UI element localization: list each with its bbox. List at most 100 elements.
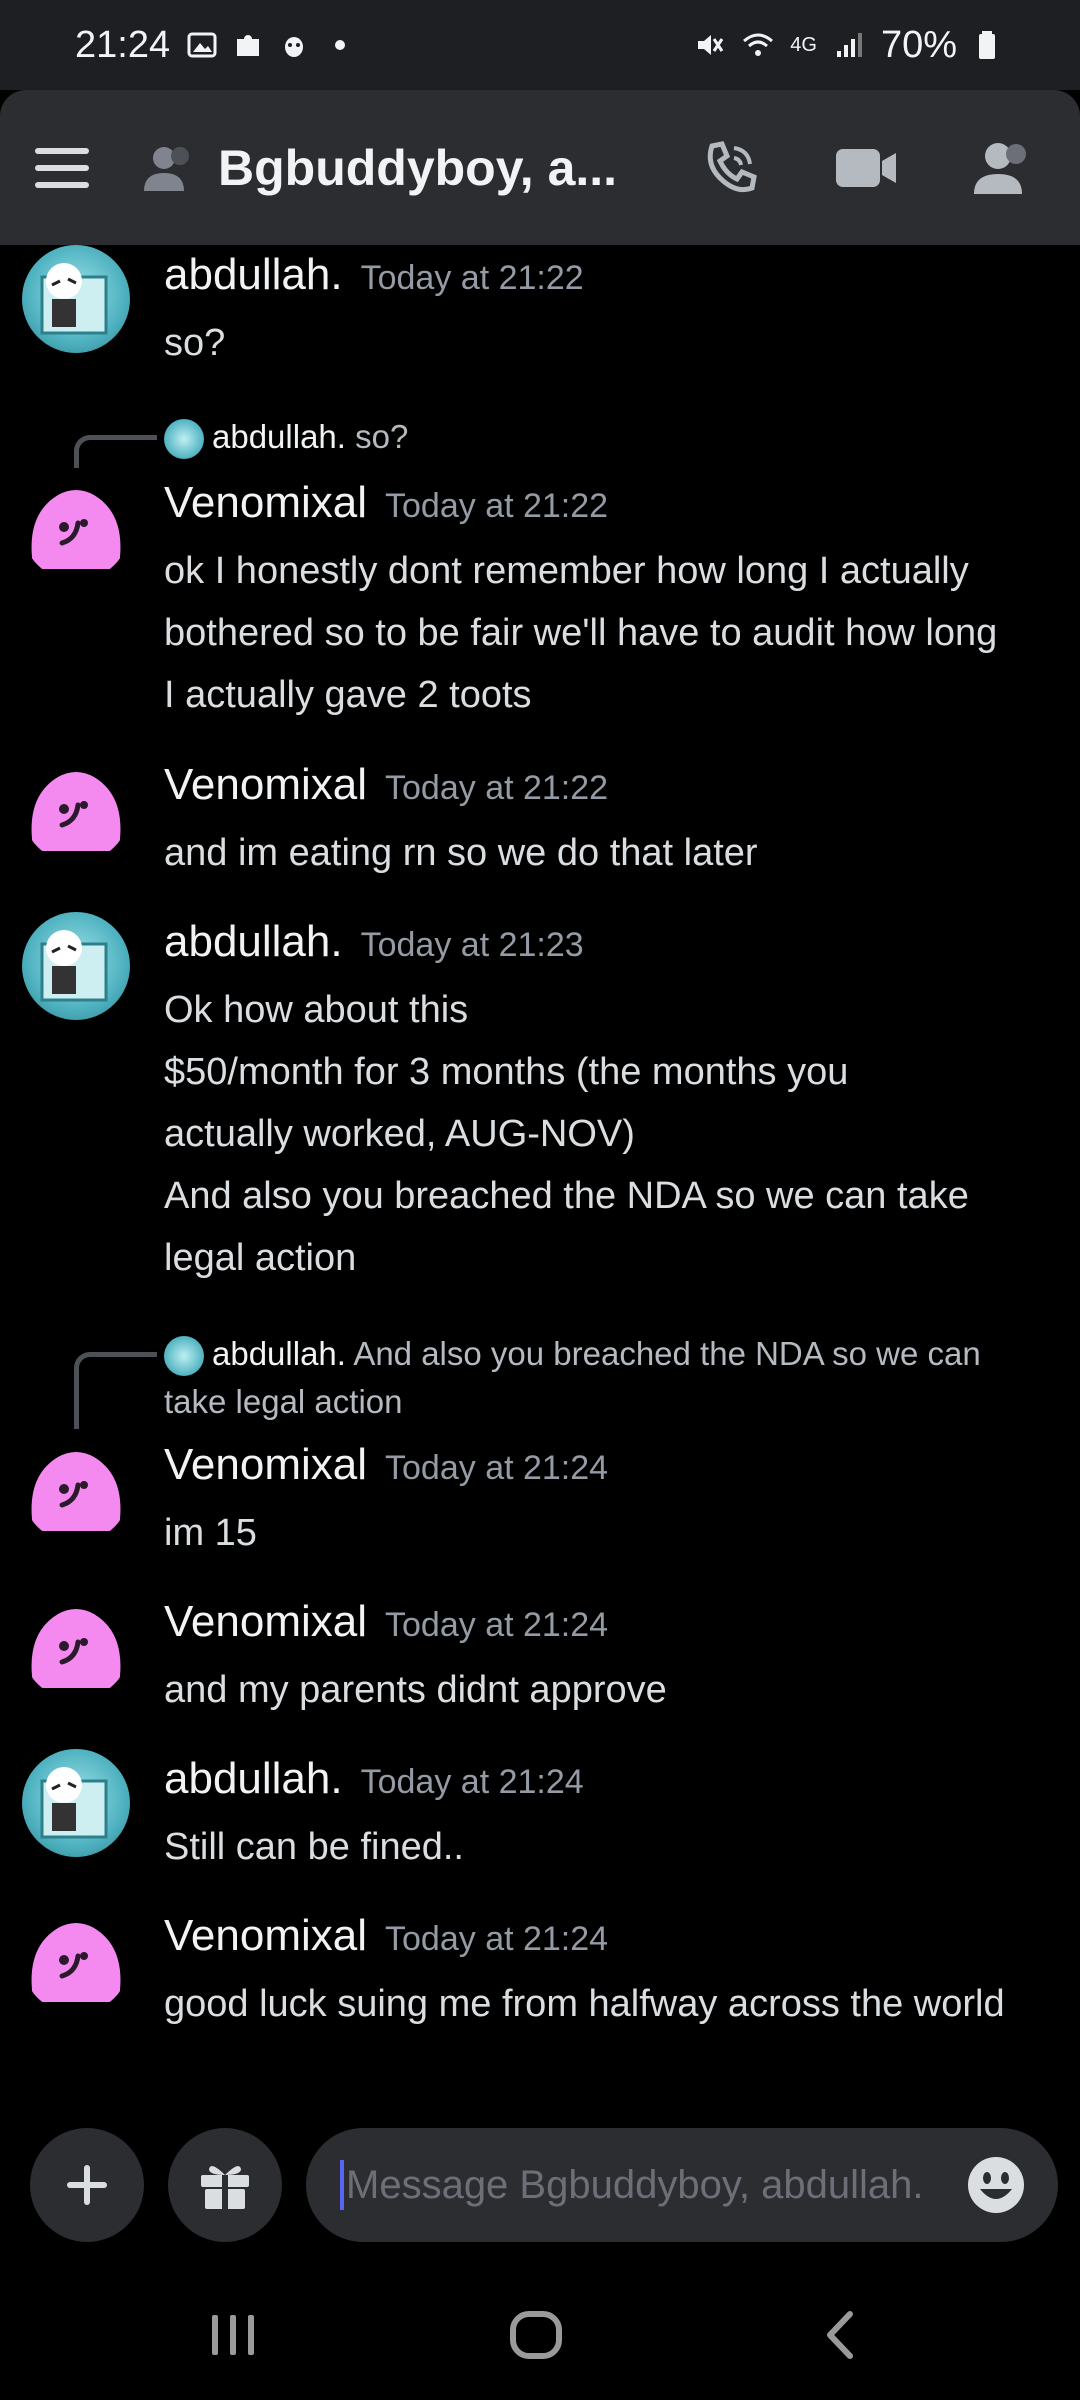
message-timestamp: Today at 21:22 [385, 487, 609, 525]
message-text: and im eating rn so we do that later [164, 822, 1060, 884]
back-button[interactable] [810, 2305, 870, 2365]
message-line: im 15 [164, 1512, 257, 1554]
message-text: Still can be fined.. [164, 1816, 1060, 1878]
message-text: so? [164, 312, 1060, 374]
recents-button[interactable] [203, 2305, 263, 2365]
reply-preview[interactable]: abdullah. And also you breached the NDA … [164, 1330, 1060, 1426]
back-icon [827, 2311, 853, 2359]
avatar[interactable] [22, 1592, 130, 1700]
message-author[interactable]: abdullah. [164, 250, 343, 300]
status-icons-right: 4G 70% [694, 24, 1005, 67]
dot-icon [335, 40, 346, 50]
message-author[interactable]: Venomixal [164, 1597, 367, 1647]
reply-avatar [164, 1336, 204, 1377]
message-line: And also you breached the NDA so we can … [164, 1175, 969, 1217]
avatar[interactable] [22, 1435, 130, 1543]
signal-icon [836, 33, 862, 57]
message-author[interactable]: abdullah. [164, 1754, 343, 1804]
message-input-placeholder: Message Bgbuddyboy, abdullah. [346, 2162, 924, 2207]
system-nav-bar [0, 2270, 1080, 2400]
message-author[interactable]: Venomixal [164, 1440, 367, 1490]
status-bar: 21:24 4G 70% [0, 0, 1080, 90]
message-text: ok I honestly dont remember how long I a… [164, 540, 1060, 726]
reply-author: abdullah. [212, 418, 346, 455]
message-line: and my parents didnt approve [164, 1669, 667, 1711]
message-timestamp: Today at 21:22 [385, 769, 609, 807]
group-dm-icon [138, 136, 202, 200]
avatar[interactable] [22, 245, 130, 353]
message-author[interactable]: Venomixal [164, 1911, 367, 1961]
plus-icon [67, 2165, 107, 2205]
message-line: bothered so to be fair we'll have to aud… [164, 612, 998, 654]
members-button[interactable] [964, 130, 1040, 206]
gift-button[interactable] [168, 2128, 282, 2242]
message-line: ok I honestly dont remember how long I a… [164, 550, 969, 592]
message-list[interactable]: abdullah. Today at 21:22 so? abdullah. so… [0, 245, 1080, 2100]
attach-button[interactable] [30, 2128, 144, 2242]
message-timestamp: Today at 21:24 [385, 1920, 609, 1958]
message-text: Ok how about this $50/month for 3 months… [164, 979, 1060, 1289]
message-text: and my parents didnt approve [164, 1659, 1060, 1721]
message-author[interactable]: Venomixal [164, 760, 367, 810]
battery-percent: 70% [880, 23, 957, 66]
reply-author: abdullah. [212, 1335, 346, 1372]
home-button[interactable] [506, 2305, 566, 2365]
reply-connector [74, 1352, 157, 1429]
avatar[interactable] [22, 1906, 130, 2014]
message-composer: Message Bgbuddyboy, abdullah. [0, 2100, 1080, 2270]
voice-call-button[interactable] [692, 130, 768, 206]
message-author[interactable]: abdullah. [164, 917, 343, 967]
network-type: 4G [790, 33, 817, 56]
message-line: legal action [164, 1237, 357, 1279]
message-line: good luck suing me from halfway across t… [164, 1983, 1005, 2025]
avatar[interactable] [22, 912, 130, 1020]
status-icons-left [186, 29, 356, 61]
members-icon [974, 142, 1026, 194]
message-input[interactable]: Message Bgbuddyboy, abdullah. [306, 2128, 1058, 2242]
avatar[interactable] [22, 473, 130, 581]
mute-vibrate-icon [698, 35, 724, 55]
message-text: good luck suing me from halfway across t… [164, 1973, 1060, 2035]
message-line: actually worked, AUG-NOV) [164, 1113, 635, 1155]
recents-icon [212, 2315, 254, 2355]
message-timestamp: Today at 21:22 [360, 259, 584, 297]
puzzle-icon [237, 35, 260, 56]
reply-preview[interactable]: abdullah. so? [164, 413, 1060, 461]
bug-icon [285, 37, 304, 57]
emoji-icon[interactable] [966, 2155, 1026, 2215]
message-author[interactable]: Venomixal [164, 478, 367, 528]
video-icon [836, 148, 896, 187]
message-line: so? [164, 322, 226, 364]
reply-avatar [164, 419, 204, 460]
message-text: im 15 [164, 1502, 1060, 1564]
text-caret [340, 2160, 344, 2210]
call-icon [707, 140, 757, 192]
channel-header: Bgbuddyboy, a... [0, 90, 1080, 245]
menu-button[interactable] [30, 136, 94, 200]
avatar[interactable] [22, 1749, 130, 1857]
message-timestamp: Today at 21:23 [360, 926, 584, 964]
battery-icon [979, 31, 995, 59]
avatar[interactable] [22, 755, 130, 863]
message-line: I actually gave 2 toots [164, 674, 532, 716]
status-time: 21:24 [75, 23, 171, 66]
reply-connector [74, 435, 157, 468]
hamburger-icon [35, 147, 89, 188]
home-icon [510, 2311, 562, 2359]
message-line: and im eating rn so we do that later [164, 832, 758, 874]
header-actions [692, 130, 1050, 206]
message-timestamp: Today at 21:24 [360, 1763, 584, 1801]
message-line: Still can be fined.. [164, 1826, 464, 1868]
message-line: Ok how about this [164, 989, 469, 1031]
message-timestamp: Today at 21:24 [385, 1606, 609, 1644]
channel-title[interactable]: Bgbuddyboy, a... [218, 139, 638, 197]
reply-text-continued: take legal action [164, 1383, 403, 1420]
reply-text: And also you breached the NDA so we can [353, 1335, 981, 1372]
image-icon [187, 32, 217, 58]
reply-text: so? [355, 418, 409, 455]
message-line: $50/month for 3 months (the months you [164, 1051, 849, 1093]
gift-icon [201, 2166, 249, 2209]
video-call-button[interactable] [828, 130, 904, 206]
wifi-icon [743, 33, 774, 56]
message-timestamp: Today at 21:24 [385, 1449, 609, 1487]
